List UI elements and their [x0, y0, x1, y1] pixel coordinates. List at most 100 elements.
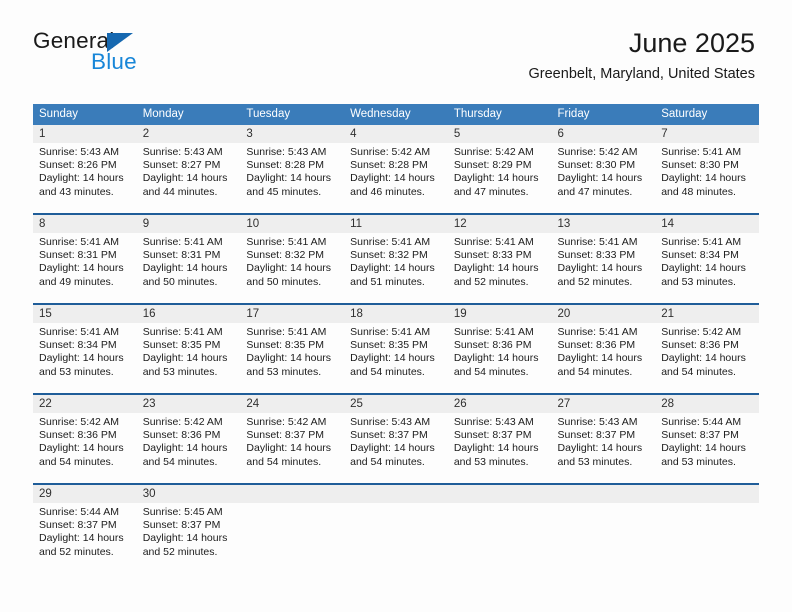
day-cell[interactable]: Sunrise: 5:42 AM Sunset: 8:29 PM Dayligh… [447, 143, 552, 214]
day-cell[interactable]: Sunrise: 5:41 AM Sunset: 8:32 PM Dayligh… [240, 233, 345, 304]
sunset-line: Sunset: 8:34 PM [39, 339, 117, 352]
sunrise-line: Sunrise: 5:41 AM [350, 236, 431, 248]
daylight-line: Daylight: 14 hours [453, 262, 539, 275]
day-number[interactable]: 24 [240, 393, 345, 413]
day-cell[interactable]: Sunrise: 5:41 AM Sunset: 8:33 PM Dayligh… [551, 233, 656, 304]
daylight-line: Daylight: 14 hours [246, 442, 332, 455]
day-cell[interactable]: Sunrise: 5:43 AM Sunset: 8:27 PM Dayligh… [136, 143, 241, 214]
sunset-line: Sunset: 8:32 PM [350, 249, 428, 262]
day-cell[interactable]: Sunrise: 5:43 AM Sunset: 8:37 PM Dayligh… [344, 413, 448, 484]
day-cell[interactable]: Sunrise: 5:41 AM Sunset: 8:35 PM Dayligh… [344, 323, 448, 394]
day-number[interactable]: 11 [344, 213, 448, 233]
day-cell[interactable]: Sunrise: 5:41 AM Sunset: 8:36 PM Dayligh… [447, 323, 552, 394]
sunset-line: Sunset: 8:35 PM [350, 339, 428, 352]
daylight-line-cont: and 52 minutes. [142, 545, 218, 558]
day-cell[interactable]: Sunrise: 5:41 AM Sunset: 8:35 PM Dayligh… [240, 323, 345, 394]
day-number[interactable]: 25 [344, 393, 448, 413]
day-cell[interactable]: Sunrise: 5:41 AM Sunset: 8:34 PM Dayligh… [655, 233, 759, 304]
daylight-line-cont: and 53 minutes. [142, 365, 218, 378]
sunrise-line: Sunrise: 5:41 AM [557, 236, 638, 248]
sunset-line: Sunset: 8:37 PM [661, 429, 739, 442]
day-number[interactable]: 29 [33, 483, 137, 503]
day-number[interactable]: 26 [447, 393, 552, 413]
sunset-line: Sunset: 8:28 PM [246, 159, 325, 172]
sunset-line: Sunset: 8:37 PM [39, 519, 117, 532]
day-number[interactable]: 3 [240, 125, 345, 143]
daylight-line-cont: and 53 minutes. [453, 455, 529, 468]
week-number-row: 1 2 3 4 5 6 7 [33, 125, 759, 143]
daylight-line: Daylight: 14 hours [350, 172, 435, 185]
day-cell[interactable]: Sunrise: 5:41 AM Sunset: 8:31 PM Dayligh… [136, 233, 241, 304]
day-number[interactable]: 16 [136, 303, 241, 323]
sunrise-line: Sunrise: 5:41 AM [557, 326, 638, 338]
week-number-row: 8 9 10 11 12 13 14 [33, 213, 759, 233]
day-cell[interactable]: Sunrise: 5:41 AM Sunset: 8:30 PM Dayligh… [655, 143, 759, 214]
day-cell[interactable]: Sunrise: 5:41 AM Sunset: 8:34 PM Dayligh… [33, 323, 137, 394]
day-number[interactable]: 6 [551, 125, 656, 143]
day-number[interactable]: 10 [240, 213, 345, 233]
day-number[interactable]: 7 [655, 125, 759, 143]
daylight-line-cont: and 54 minutes. [350, 455, 425, 468]
day-number[interactable]: 1 [33, 125, 137, 143]
day-cell[interactable]: Sunrise: 5:41 AM Sunset: 8:36 PM Dayligh… [551, 323, 656, 394]
sunrise-line: Sunrise: 5:43 AM [557, 416, 638, 428]
day-cell[interactable]: Sunrise: 5:41 AM Sunset: 8:33 PM Dayligh… [447, 233, 552, 304]
calendar-header-row-group: Sunday Monday Tuesday Wednesday Thursday… [33, 104, 759, 125]
day-number[interactable]: 4 [344, 125, 448, 143]
day-cell[interactable]: Sunrise: 5:42 AM Sunset: 8:36 PM Dayligh… [136, 413, 241, 484]
day-number[interactable]: 22 [33, 393, 137, 413]
day-number[interactable]: 8 [33, 213, 137, 233]
day-number[interactable]: 19 [447, 303, 552, 323]
sunrise-line: Sunrise: 5:41 AM [661, 146, 742, 158]
sunset-line: Sunset: 8:36 PM [557, 339, 636, 352]
day-cell[interactable]: Sunrise: 5:42 AM Sunset: 8:28 PM Dayligh… [344, 143, 448, 214]
day-number[interactable]: 9 [136, 213, 241, 233]
day-number[interactable]: 18 [344, 303, 448, 323]
sunrise-line: Sunrise: 5:41 AM [39, 326, 119, 338]
day-cell[interactable]: Sunrise: 5:43 AM Sunset: 8:28 PM Dayligh… [240, 143, 345, 214]
generalblue-logo[interactable]: General Blue [33, 29, 223, 78]
day-cell[interactable]: Sunrise: 5:42 AM Sunset: 8:37 PM Dayligh… [240, 413, 345, 484]
sunrise-line: Sunrise: 5:41 AM [39, 236, 119, 248]
day-number[interactable]: 17 [240, 303, 345, 323]
sunset-line: Sunset: 8:37 PM [350, 429, 428, 442]
day-number[interactable]: 30 [136, 483, 241, 503]
day-number[interactable]: 14 [655, 213, 759, 233]
sunset-line: Sunset: 8:37 PM [557, 429, 636, 442]
sunset-line: Sunset: 8:27 PM [142, 159, 221, 172]
column-header-saturday: Saturday [655, 104, 759, 125]
daylight-line-cont: and 52 minutes. [453, 275, 529, 288]
day-number[interactable]: 27 [551, 393, 656, 413]
day-number[interactable]: 23 [136, 393, 241, 413]
daylight-line-cont: and 53 minutes. [39, 365, 114, 378]
day-number[interactable]: 12 [447, 213, 552, 233]
daylight-line-cont: and 53 minutes. [661, 455, 736, 468]
column-header-sunday: Sunday [33, 104, 137, 125]
day-cell[interactable]: Sunrise: 5:44 AM Sunset: 8:37 PM Dayligh… [655, 413, 759, 484]
day-cell[interactable]: Sunrise: 5:42 AM Sunset: 8:36 PM Dayligh… [655, 323, 759, 394]
daylight-line-cont: and 49 minutes. [39, 275, 114, 288]
day-cell[interactable]: Sunrise: 5:41 AM Sunset: 8:31 PM Dayligh… [33, 233, 137, 304]
day-cell[interactable]: Sunrise: 5:44 AM Sunset: 8:37 PM Dayligh… [33, 503, 137, 574]
sunset-line: Sunset: 8:32 PM [246, 249, 325, 262]
day-cell[interactable]: Sunrise: 5:41 AM Sunset: 8:32 PM Dayligh… [344, 233, 448, 304]
day-cell[interactable]: Sunrise: 5:43 AM Sunset: 8:26 PM Dayligh… [33, 143, 137, 214]
day-number[interactable]: 2 [136, 125, 241, 143]
day-cell[interactable]: Sunrise: 5:42 AM Sunset: 8:30 PM Dayligh… [551, 143, 656, 214]
day-cell[interactable]: Sunrise: 5:42 AM Sunset: 8:36 PM Dayligh… [33, 413, 137, 484]
day-number[interactable]: 28 [655, 393, 759, 413]
day-number[interactable]: 13 [551, 213, 656, 233]
day-number[interactable]: 5 [447, 125, 552, 143]
daylight-line: Daylight: 14 hours [557, 442, 643, 455]
day-number[interactable]: 21 [655, 303, 759, 323]
day-cell-empty [655, 503, 759, 574]
sunset-line: Sunset: 8:37 PM [142, 519, 221, 532]
day-cell[interactable]: Sunrise: 5:43 AM Sunset: 8:37 PM Dayligh… [551, 413, 656, 484]
daylight-line: Daylight: 14 hours [661, 172, 746, 185]
day-number[interactable]: 15 [33, 303, 137, 323]
day-cell[interactable]: Sunrise: 5:45 AM Sunset: 8:37 PM Dayligh… [136, 503, 241, 574]
day-number[interactable]: 20 [551, 303, 656, 323]
day-cell[interactable]: Sunrise: 5:41 AM Sunset: 8:35 PM Dayligh… [136, 323, 241, 394]
day-cell[interactable]: Sunrise: 5:43 AM Sunset: 8:37 PM Dayligh… [447, 413, 552, 484]
sunrise-line: Sunrise: 5:41 AM [661, 236, 742, 248]
